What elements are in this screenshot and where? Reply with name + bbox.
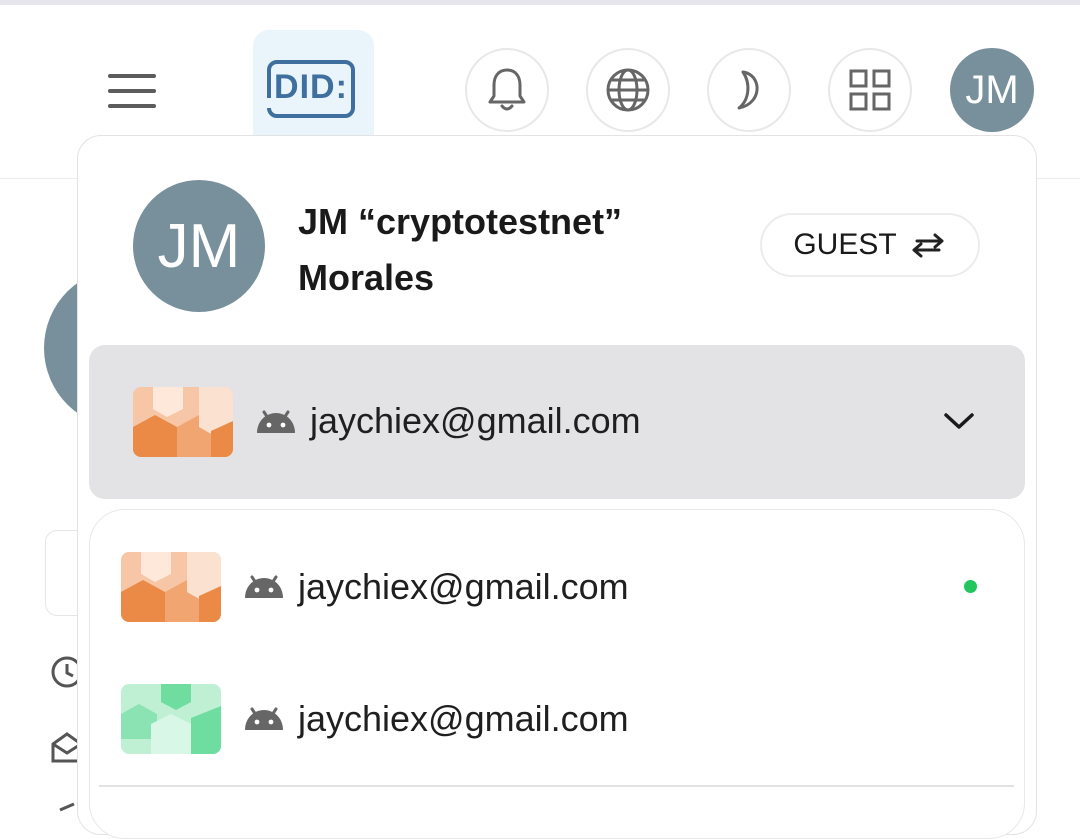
chevron-down-icon[interactable] (943, 410, 975, 432)
moon-icon (737, 70, 759, 110)
menu-icon-bar (108, 89, 156, 93)
apps-button[interactable] (828, 48, 912, 132)
grid-icon (849, 69, 891, 111)
notifications-button[interactable] (465, 48, 549, 132)
selected-account-email: jaychiex@gmail.com (310, 400, 641, 441)
logo-text: DID: (274, 68, 348, 106)
top-border (0, 0, 1080, 5)
account-email: jaychiex@gmail.com (298, 566, 629, 607)
active-status-dot (964, 580, 977, 593)
android-icon (245, 575, 283, 598)
account-thumbnail-orange (133, 387, 233, 457)
bell-icon (488, 68, 526, 111)
did-logo-mark: DID: (265, 60, 355, 118)
profile-avatar: JM (133, 180, 265, 312)
menu-button[interactable] (104, 70, 160, 112)
android-icon (257, 410, 295, 433)
profile-name-line2: Morales (298, 257, 435, 298)
did-logo[interactable]: DID: (253, 30, 374, 151)
role-label: GUEST (793, 228, 897, 261)
menu-icon-bar (108, 74, 156, 78)
profile-name: JM “cryptotestnet” Morales (298, 194, 678, 306)
swap-arrows-icon (912, 233, 944, 258)
account-email: jaychiex@gmail.com (298, 698, 629, 739)
account-thumbnail-green (121, 684, 221, 754)
theme-toggle-button[interactable] (707, 48, 791, 132)
list-divider (99, 785, 1014, 787)
android-icon (245, 707, 283, 730)
profile-name-line1: JM “cryptotestnet” (298, 201, 623, 242)
account-thumbnail-orange (121, 552, 221, 622)
menu-icon-bar (108, 104, 156, 108)
user-avatar-button[interactable]: JM (950, 48, 1034, 132)
switch-role-button[interactable]: GUEST (760, 213, 980, 277)
language-button[interactable] (586, 48, 670, 132)
globe-icon (606, 68, 650, 112)
